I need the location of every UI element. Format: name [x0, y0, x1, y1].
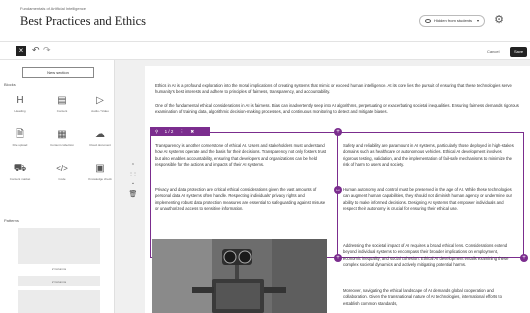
- blocks-heading: Blocks: [4, 82, 16, 87]
- reorder-handle-icon[interactable]: ⋮⋮: [128, 171, 138, 176]
- column-paragraph[interactable]: Human autonomy and control must be prese…: [343, 187, 517, 212]
- move-down-icon[interactable]: ⌄: [128, 180, 138, 186]
- collection-icon: ▦: [57, 129, 67, 140]
- undo-icon[interactable]: ↶: [32, 45, 40, 56]
- column-paragraph[interactable]: Addressing the societal impact of AI req…: [343, 243, 517, 268]
- content-icon: ▤: [57, 95, 67, 106]
- block-audio-video[interactable]: ▷ Audio / Video: [87, 95, 113, 113]
- pattern-two-columns[interactable]: [18, 290, 100, 313]
- new-section-button[interactable]: New section: [22, 67, 94, 78]
- block-content-collection[interactable]: ▦ Content collection: [49, 129, 75, 147]
- block-label: Audio / Video: [91, 109, 109, 113]
- more-icon[interactable]: ⋮: [180, 127, 185, 136]
- knowledge-icon: ▣: [95, 163, 105, 174]
- chevron-down-icon: ▾: [476, 18, 479, 23]
- cloud-icon: ☁: [95, 129, 105, 140]
- block-code[interactable]: </> Code: [49, 163, 75, 181]
- block-label: Cloud document: [89, 143, 111, 147]
- content-paragraph[interactable]: Ethics in AI is a profound exploration i…: [155, 83, 523, 95]
- play-icon: ▷: [96, 95, 104, 106]
- block-label: File upload: [12, 143, 28, 147]
- block-content[interactable]: ▤ Content: [49, 95, 75, 113]
- column-paragraph[interactable]: Privacy and data protection are critical…: [155, 187, 329, 212]
- eye-icon: [425, 19, 431, 23]
- move-up-icon[interactable]: ⌃: [128, 163, 138, 169]
- patterns-heading: Patterns: [4, 218, 19, 223]
- heading-icon: H: [16, 95, 24, 106]
- visibility-label: Hidden from students: [434, 18, 473, 23]
- page-title: Best Practices and Ethics: [20, 14, 147, 28]
- block-cloud-document[interactable]: ☁ Cloud document: [87, 129, 113, 147]
- block-label: Heading: [14, 109, 26, 113]
- breadcrumb[interactable]: Fundamentals of Artificial Intelligence: [20, 6, 86, 11]
- block-label: Knowledge check: [88, 177, 112, 181]
- code-icon: </>: [56, 164, 68, 173]
- column-resize-icon[interactable]: ↔: [334, 186, 342, 194]
- editor-toolbar: [0, 42, 530, 60]
- block-heading[interactable]: H Heading: [7, 95, 33, 113]
- save-button[interactable]: Save: [510, 47, 527, 57]
- column-paragraph[interactable]: Transparency is another cornerstone of e…: [155, 143, 329, 168]
- filter-icon[interactable]: ⚲: [155, 127, 158, 136]
- cancel-button[interactable]: Cancel: [487, 49, 499, 54]
- file-icon: 🗎: [15, 129, 25, 140]
- add-block-icon[interactable]: +: [334, 254, 342, 262]
- block-content-market[interactable]: ⛟ Content market: [7, 163, 33, 181]
- block-file-upload[interactable]: 🗎 File upload: [7, 129, 33, 147]
- close-button[interactable]: ×: [16, 46, 26, 56]
- block-label: Content market: [9, 177, 31, 181]
- gear-icon[interactable]: ⚙: [493, 14, 505, 26]
- block-label: Code: [58, 177, 66, 181]
- add-block-icon[interactable]: +: [520, 254, 528, 262]
- block-label: Content: [56, 109, 68, 113]
- block-label: Content collection: [50, 143, 74, 147]
- redo-icon[interactable]: ↷: [43, 45, 51, 56]
- pattern-label: 2 Columns: [51, 280, 67, 284]
- robot-image[interactable]: [152, 239, 327, 313]
- add-block-icon[interactable]: +: [334, 128, 342, 136]
- delete-icon[interactable]: ✖: [190, 127, 194, 136]
- block-toolbar: ⚲ 1 / 2 ⋮ ✖: [150, 127, 210, 136]
- pattern-label: 2 Columns: [51, 267, 67, 271]
- block-counter: 1 / 2: [164, 129, 174, 134]
- page-header: Fundamentals of Artificial Intelligence …: [0, 0, 530, 42]
- content-paragraph[interactable]: One of the fundamental ethical considera…: [155, 103, 523, 115]
- robot-illustration: [152, 239, 327, 313]
- block-knowledge-check[interactable]: ▣ Knowledge check: [87, 163, 113, 181]
- market-icon: ⛟: [13, 163, 27, 174]
- pattern-two-columns[interactable]: [18, 228, 100, 264]
- trash-icon[interactable]: 🗑: [128, 190, 138, 198]
- column-paragraph[interactable]: Moreover, navigating the ethical landsca…: [343, 288, 517, 307]
- visibility-select[interactable]: Hidden from students ▾: [419, 15, 485, 27]
- column-paragraph[interactable]: Safety and reliability are paramount in …: [343, 143, 517, 168]
